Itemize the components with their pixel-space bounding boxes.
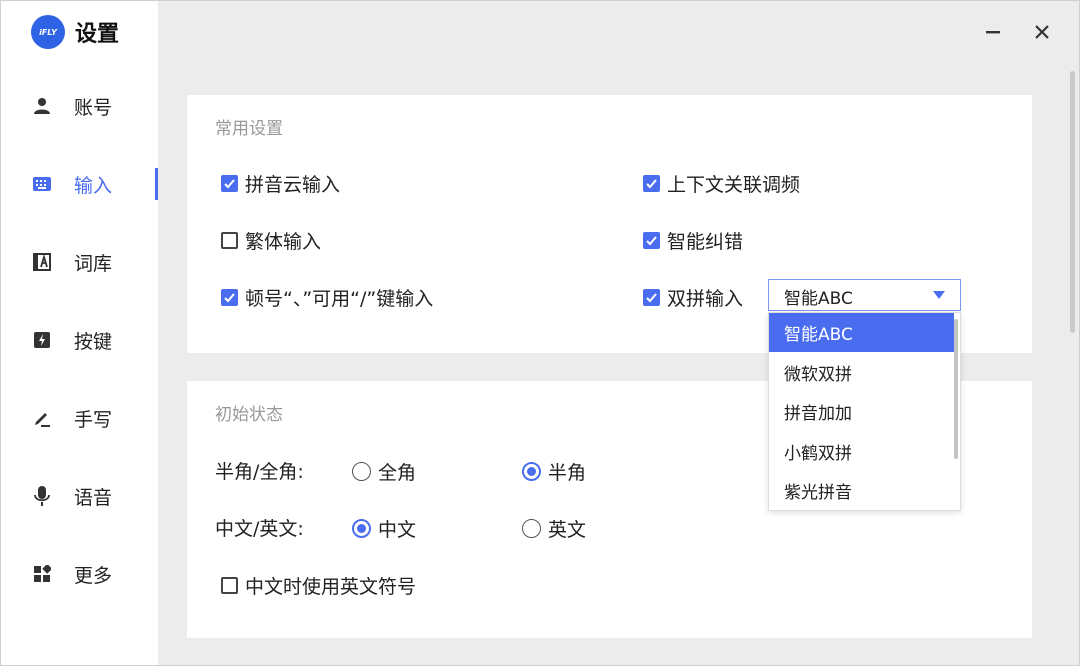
dropdown-option[interactable]: 智能ABC: [769, 313, 954, 352]
close-button[interactable]: [1029, 21, 1055, 47]
sidebar-item-input[interactable]: 输入: [1, 164, 158, 204]
sidebar-item-label: 按键: [74, 330, 113, 353]
ifly-logo: iFLY: [31, 15, 65, 49]
section-title-common: 常用设置: [215, 119, 283, 139]
radio-label: 全角: [378, 462, 417, 484]
radio-selected: [522, 462, 541, 481]
shuangpin-scheme-dropdown: 智能ABC 微软双拼 拼音加加 小鹤双拼 紫光拼音: [768, 312, 961, 511]
title-bar: [158, 1, 1079, 67]
radio-chinese[interactable]: 中文: [352, 515, 416, 542]
width-mode-label: 半角/全角:: [215, 461, 304, 483]
checkbox-checked: [221, 289, 238, 306]
sidebar-item-label: 手写: [74, 408, 113, 431]
sidebar-item-label: 输入: [74, 174, 113, 197]
checkbox-label: 顿号“、”可用“/”键输入: [245, 288, 434, 310]
minimize-button[interactable]: [980, 21, 1006, 47]
radio-english[interactable]: 英文: [522, 515, 586, 542]
checkbox-label: 上下文关联调频: [667, 174, 801, 196]
user-icon: [33, 97, 51, 115]
checkbox-label: 双拼输入: [667, 288, 744, 310]
close-icon: [1034, 24, 1050, 44]
active-indicator: [155, 168, 158, 200]
settings-window: iFLY 设置 账号 输入 词库 按键 手写 语音 更多 常用设置 拼音云输入 …: [0, 0, 1080, 666]
select-value: 智能ABC: [784, 289, 853, 309]
pen-icon: [33, 409, 51, 427]
dropdown-option[interactable]: 微软双拼: [769, 353, 954, 392]
keyboard-icon: [33, 175, 51, 193]
sidebar-item-label: 账号: [74, 96, 113, 119]
traditional-checkbox[interactable]: 繁体输入: [221, 227, 321, 254]
checkbox-unchecked: [221, 577, 238, 594]
app-title: 设置: [75, 22, 120, 47]
context-freq-checkbox[interactable]: 上下文关联调频: [643, 170, 800, 197]
dropdown-option[interactable]: 拼音加加: [769, 392, 954, 431]
dropdown-option[interactable]: 紫光拼音: [769, 471, 954, 510]
chevron-down-icon: [933, 291, 945, 299]
mic-icon: [33, 486, 51, 506]
sidebar-item-handwriting[interactable]: 手写: [1, 398, 158, 438]
sidebar-item-keys[interactable]: 按键: [1, 320, 158, 360]
sidebar-item-label: 语音: [74, 486, 113, 509]
radio-label: 半角: [548, 462, 587, 484]
lang-mode-label: 中文/英文:: [215, 518, 304, 540]
app-header: iFLY 设置: [31, 15, 119, 49]
dropdown-scrollbar[interactable]: [954, 319, 958, 459]
content-scrollbar[interactable]: [1070, 71, 1075, 333]
checkbox-label: 智能纠错: [667, 231, 744, 253]
radio-unselected: [522, 519, 541, 538]
checkbox-checked: [643, 175, 660, 192]
checkbox-label: 繁体输入: [245, 231, 322, 253]
sidebar-item-dictionary[interactable]: 词库: [1, 242, 158, 282]
sidebar-item-label: 更多: [74, 564, 113, 587]
radio-selected: [352, 519, 371, 538]
checkbox-label: 拼音云输入: [245, 174, 341, 196]
radio-halfwidth[interactable]: 半角: [522, 458, 586, 485]
grid-icon: [33, 565, 51, 583]
radio-unselected: [352, 462, 371, 481]
radio-fullwidth[interactable]: 全角: [352, 458, 416, 485]
dunhao-checkbox[interactable]: 顿号“、”可用“/”键输入: [221, 284, 433, 311]
shuangpin-scheme-select[interactable]: 智能ABC: [768, 279, 961, 311]
sidebar-item-more[interactable]: 更多: [1, 554, 158, 594]
minimize-icon: [985, 24, 1001, 44]
key-icon: [33, 331, 51, 349]
checkbox-checked: [221, 175, 238, 192]
sidebar: iFLY 设置 账号 输入 词库 按键 手写 语音 更多: [1, 1, 158, 665]
section-title-initial: 初始状态: [215, 405, 283, 425]
sidebar-item-account[interactable]: 账号: [1, 86, 158, 126]
smart-correct-checkbox[interactable]: 智能纠错: [643, 227, 743, 254]
checkbox-checked: [643, 289, 660, 306]
radio-label: 英文: [548, 519, 587, 541]
sidebar-item-label: 词库: [74, 252, 113, 275]
radio-label: 中文: [378, 519, 417, 541]
pinyin-cloud-checkbox[interactable]: 拼音云输入: [221, 170, 340, 197]
checkbox-checked: [643, 232, 660, 249]
checkbox-label: 中文时使用英文符号: [245, 576, 417, 598]
checkbox-unchecked: [221, 232, 238, 249]
dropdown-option[interactable]: 小鹤双拼: [769, 432, 954, 471]
sidebar-item-voice[interactable]: 语音: [1, 476, 158, 516]
english-symbols-checkbox[interactable]: 中文时使用英文符号: [221, 572, 416, 599]
shuangpin-checkbox[interactable]: 双拼输入: [643, 284, 743, 311]
dictionary-icon: [33, 253, 51, 271]
